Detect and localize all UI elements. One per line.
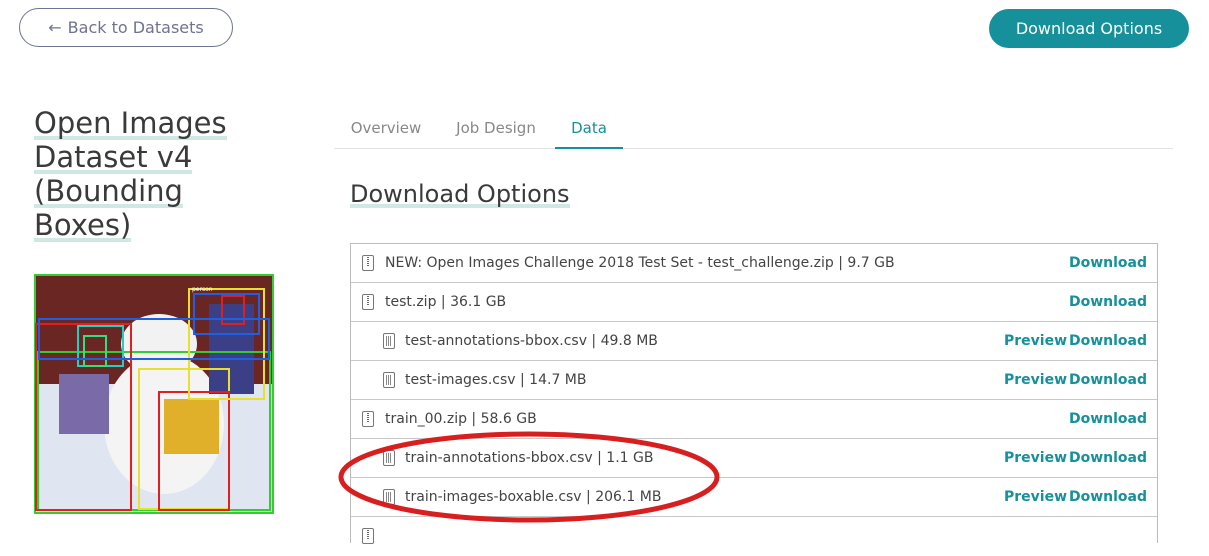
dataset-title-line-1: Open Images [34,106,227,140]
file-row: test-images.csv | 14.7 MB Preview Downlo… [351,361,1157,400]
dataset-thumbnail: person [34,274,274,514]
csv-file-icon [383,450,395,466]
dataset-title-line-3: (Bounding [34,174,183,208]
file-row: NEW: Open Images Challenge 2018 Test Set… [351,244,1157,283]
download-link[interactable]: Download [1069,255,1147,271]
download-link[interactable]: Download [1069,489,1147,505]
csv-file-icon [383,333,395,349]
file-name: test-annotations-bbox.csv | 49.8 MB [405,333,658,349]
thumbnail-illustration: person [34,274,274,514]
download-options-button[interactable]: Download Options [989,9,1189,48]
file-row: train-annotations-bbox.csv | 1.1 GB Prev… [351,439,1157,478]
back-to-datasets-label: Back to Datasets [67,18,204,37]
preview-link[interactable]: Preview [1004,333,1067,349]
preview-link[interactable]: Preview [1004,489,1067,505]
section-title-text: Download Options [350,180,570,208]
dataset-title-line-4: Boxes) [34,208,132,242]
file-name: train-annotations-bbox.csv | 1.1 GB [405,450,654,466]
dataset-title-line-2: Dataset v4 [34,140,193,174]
csv-file-icon [383,489,395,505]
zip-file-icon [362,294,374,310]
download-table: NEW: Open Images Challenge 2018 Test Set… [350,243,1158,544]
download-link[interactable]: Download [1069,372,1147,388]
tab-job-design[interactable]: Job Design [444,108,548,148]
back-to-datasets-button[interactable]: ← Back to Datasets [19,8,233,47]
download-link[interactable]: Download [1069,333,1147,349]
csv-file-icon [383,372,395,388]
download-link[interactable]: Download [1069,450,1147,466]
download-link[interactable]: Download [1069,294,1147,310]
preview-link[interactable]: Preview [1004,450,1067,466]
preview-link[interactable]: Preview [1004,372,1067,388]
zip-file-icon [362,411,374,427]
file-row: train-images-boxable.csv | 206.1 MB Prev… [351,478,1157,517]
file-name: train-images-boxable.csv | 206.1 MB [405,489,662,505]
thumbnail-box-label: person [192,286,213,293]
arrow-left-icon: ← [48,18,62,37]
dataset-title: Open Images Dataset v4 (Bounding Boxes) [34,106,264,242]
tab-overview[interactable]: Overview [334,108,438,148]
file-row: train_00.zip | 58.6 GB Download [351,400,1157,439]
zip-file-icon [362,255,374,271]
zip-file-icon [362,528,374,544]
file-row: test.zip | 36.1 GB Download [351,283,1157,322]
file-name: test.zip | 36.1 GB [385,294,507,310]
file-name: test-images.csv | 14.7 MB [405,372,587,388]
file-row-partial [351,517,1157,556]
file-row: test-annotations-bbox.csv | 49.8 MB Prev… [351,322,1157,361]
tab-bar: Overview Job Design Data [334,108,1173,149]
file-name: train_00.zip | 58.6 GB [385,411,537,427]
file-name: NEW: Open Images Challenge 2018 Test Set… [385,255,895,271]
download-link[interactable]: Download [1069,411,1147,427]
tab-data[interactable]: Data [555,108,623,149]
section-title: Download Options [350,180,570,208]
